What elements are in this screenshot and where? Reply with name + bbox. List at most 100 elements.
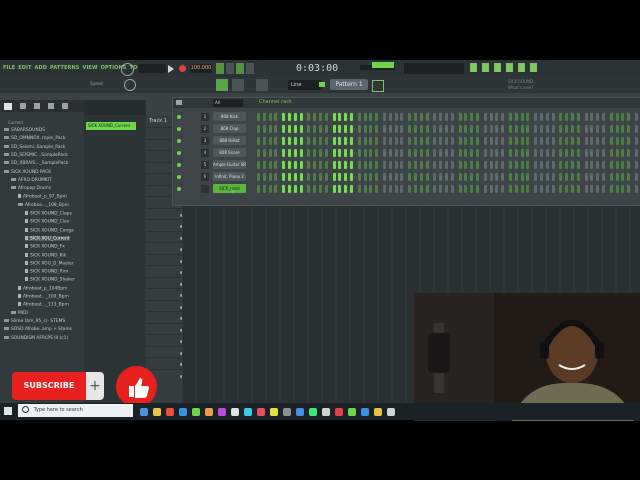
- rack-menu-icon[interactable]: [176, 100, 182, 105]
- taskbar-app-icon[interactable]: [205, 408, 213, 416]
- browser-item[interactable]: SICK XOUND_Conga: [25, 227, 74, 233]
- step-button[interactable]: [274, 161, 278, 169]
- step-button[interactable]: [534, 137, 538, 145]
- step-button[interactable]: [268, 185, 272, 193]
- step-button[interactable]: [627, 173, 631, 181]
- step-button[interactable]: [540, 125, 543, 133]
- step-button[interactable]: [559, 113, 563, 121]
- browser-icon[interactable]: [530, 63, 537, 72]
- browser-item[interactable]: SICK XOU_Current: [25, 235, 70, 242]
- step-button[interactable]: [419, 185, 423, 193]
- step-button[interactable]: [576, 161, 580, 169]
- step-button[interactable]: [489, 173, 493, 181]
- step-button[interactable]: [526, 149, 530, 157]
- step-button[interactable]: [483, 185, 487, 193]
- browser-item[interactable]: SICK XOUND_Claps: [25, 211, 72, 217]
- step-button[interactable]: [450, 185, 454, 193]
- add-channel-button[interactable]: +: [230, 189, 236, 196]
- step-button[interactable]: [408, 149, 412, 157]
- step-button[interactable]: [584, 125, 588, 133]
- step-button[interactable]: [635, 113, 638, 121]
- master-volume-knob[interactable]: [121, 63, 134, 76]
- piano-toggle-icon[interactable]: [256, 79, 268, 91]
- step-button[interactable]: [268, 125, 272, 133]
- step-button[interactable]: [338, 161, 342, 169]
- step-button[interactable]: [262, 113, 266, 121]
- step-button[interactable]: [489, 125, 493, 133]
- step-button[interactable]: [313, 125, 317, 133]
- step-button[interactable]: [450, 149, 454, 157]
- step-button[interactable]: [307, 113, 311, 121]
- step-button[interactable]: [257, 125, 260, 133]
- channel-name-button[interactable]: 808 HiHat: [213, 136, 246, 145]
- step-button[interactable]: [268, 113, 272, 121]
- step-button[interactable]: [425, 125, 429, 133]
- step-button[interactable]: [299, 125, 303, 133]
- step-button[interactable]: [400, 113, 404, 121]
- channel-name-button[interactable]: 808 Snare: [213, 148, 246, 157]
- step-button[interactable]: [526, 137, 530, 145]
- step-button[interactable]: [540, 161, 543, 169]
- step-button[interactable]: [293, 185, 297, 193]
- subscribe-button[interactable]: SUBSCRIBE: [12, 372, 86, 400]
- step-button[interactable]: [357, 113, 361, 121]
- step-button[interactable]: [545, 185, 549, 193]
- step-button[interactable]: [357, 137, 361, 145]
- step-button[interactable]: [501, 113, 505, 121]
- step-button[interactable]: [470, 137, 474, 145]
- step-button[interactable]: [388, 185, 392, 193]
- step-button[interactable]: [319, 173, 322, 181]
- step-button[interactable]: [383, 173, 386, 181]
- step-button[interactable]: [433, 173, 437, 181]
- step-button[interactable]: [394, 149, 398, 157]
- step-button[interactable]: [383, 185, 386, 193]
- step-button[interactable]: [476, 113, 479, 121]
- step-button[interactable]: [621, 149, 625, 157]
- step-button[interactable]: [433, 149, 437, 157]
- step-button[interactable]: [307, 161, 311, 169]
- step-button[interactable]: [319, 185, 322, 193]
- step-button[interactable]: [363, 185, 367, 193]
- taskbar-app-icon[interactable]: [179, 408, 187, 416]
- step-button[interactable]: [576, 113, 580, 121]
- step-button[interactable]: [307, 185, 311, 193]
- step-button[interactable]: [419, 125, 423, 133]
- step-button[interactable]: [551, 149, 555, 157]
- step-button[interactable]: [363, 173, 367, 181]
- step-button[interactable]: [324, 173, 328, 181]
- step-button[interactable]: [627, 113, 631, 121]
- step-button[interactable]: [394, 185, 398, 193]
- step-button[interactable]: [615, 185, 619, 193]
- menu-item-edit[interactable]: EDIT: [18, 65, 31, 71]
- step-button[interactable]: [534, 161, 538, 169]
- forward-icon[interactable]: [34, 103, 40, 109]
- step-button[interactable]: [383, 113, 386, 121]
- browser-item[interactable]: SD_SEISMIC...SamplePack: [4, 152, 68, 158]
- step-button[interactable]: [584, 137, 588, 145]
- countdown-icon[interactable]: [236, 63, 244, 74]
- step-button[interactable]: [464, 137, 468, 145]
- step-button[interactable]: [590, 185, 594, 193]
- step-button[interactable]: [470, 149, 474, 157]
- browser-item[interactable]: Afrobeat_p_104Bpm: [18, 285, 67, 291]
- subscribe-plus-button[interactable]: +: [86, 372, 104, 400]
- step-button[interactable]: [414, 137, 417, 145]
- step-button[interactable]: [609, 161, 613, 169]
- browser-item[interactable]: AFRO DRUMKIT: [11, 177, 52, 183]
- step-button[interactable]: [615, 149, 619, 157]
- add-pattern-icon[interactable]: [319, 82, 325, 87]
- step-button[interactable]: [433, 161, 437, 169]
- step-button[interactable]: [445, 173, 448, 181]
- step-button[interactable]: [559, 149, 563, 157]
- step-button[interactable]: [332, 149, 336, 157]
- step-button[interactable]: [590, 113, 594, 121]
- step-button[interactable]: [545, 113, 549, 121]
- step-button[interactable]: [450, 113, 454, 121]
- channel-mute-led[interactable]: [177, 187, 181, 191]
- step-button[interactable]: [609, 137, 613, 145]
- step-button[interactable]: [514, 125, 518, 133]
- step-button[interactable]: [571, 185, 574, 193]
- step-button[interactable]: [509, 149, 512, 157]
- step-button[interactable]: [332, 137, 336, 145]
- browser-item[interactable]: SD_XBRAIS..._SamplePack: [4, 161, 68, 166]
